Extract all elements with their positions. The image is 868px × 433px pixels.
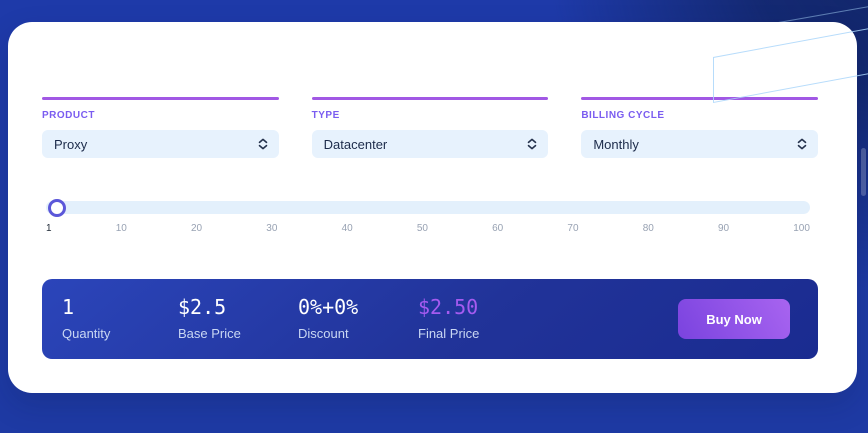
buy-now-button[interactable]: Buy Now: [678, 299, 790, 339]
billing-cycle-label: BILLING CYCLE: [581, 110, 665, 121]
summary-final-price: $2.50 Final Price: [418, 297, 479, 341]
slider-handle[interactable]: [48, 198, 66, 217]
type-select[interactable]: Datacenter: [311, 130, 549, 158]
final-price-label: Final Price: [418, 326, 480, 341]
scrollbar-thumb[interactable]: [861, 148, 866, 196]
product-options-row: PRODUCT Proxy TYPE Datacenter BILLING CY…: [42, 97, 818, 158]
product-select-value: Proxy: [54, 136, 88, 152]
summary-quantity: 1 Quantity: [62, 297, 178, 341]
tick-label: 20: [191, 223, 203, 234]
slider-track[interactable]: [46, 198, 810, 217]
accent-line: [581, 97, 818, 100]
final-price-value: $2.50: [418, 295, 479, 319]
tick-label: 10: [115, 223, 127, 234]
slider-tick-labels: 1 10 20 30 40 50 60 70 80 90 100: [46, 223, 810, 234]
tick-label: 50: [416, 223, 428, 234]
quantity-label: Quantity: [62, 326, 111, 341]
quantity-value: 1: [62, 295, 75, 319]
discount-value: 0%+0%: [298, 295, 359, 319]
accent-line: [42, 97, 279, 100]
tick-label: 1: [46, 223, 52, 234]
tick-label: 40: [341, 223, 353, 234]
billing-cycle-select[interactable]: Monthly: [581, 130, 818, 158]
base-price-label: Base Price: [178, 326, 241, 341]
tick-label: 100: [793, 223, 810, 234]
tick-label: 60: [492, 223, 504, 234]
type-select-value: Datacenter: [323, 136, 388, 152]
product-label: PRODUCT: [42, 110, 95, 121]
field-type: TYPE Datacenter: [311, 97, 549, 158]
chevron-updown-icon: [257, 137, 269, 151]
discount-label: Discount: [298, 326, 349, 341]
chevron-updown-icon: [526, 137, 538, 151]
tick-label: 80: [642, 223, 654, 234]
field-billing-cycle: BILLING CYCLE Monthly: [581, 97, 818, 158]
product-select[interactable]: Proxy: [42, 130, 279, 158]
pricing-calculator-card: PRODUCT Proxy TYPE Datacenter BILLING CY…: [8, 22, 857, 393]
base-price-value: $2.5: [178, 295, 227, 319]
price-summary-bar: 1 Quantity $2.5 Base Price 0%+0% Discoun…: [42, 279, 818, 359]
tick-label: 90: [717, 223, 730, 234]
tick-label: 30: [266, 223, 278, 234]
summary-base-price: $2.5 Base Price: [178, 297, 298, 341]
tick-label: 70: [567, 223, 579, 234]
field-product: PRODUCT Proxy: [42, 97, 279, 158]
type-label: TYPE: [311, 110, 340, 121]
accent-line: [311, 97, 549, 100]
quantity-slider: 1 10 20 30 40 50 60 70 80 90 100: [46, 198, 810, 234]
summary-discount: 0%+0% Discount: [298, 297, 418, 341]
billing-cycle-select-value: Monthly: [593, 136, 639, 152]
chevron-updown-icon: [796, 137, 808, 151]
